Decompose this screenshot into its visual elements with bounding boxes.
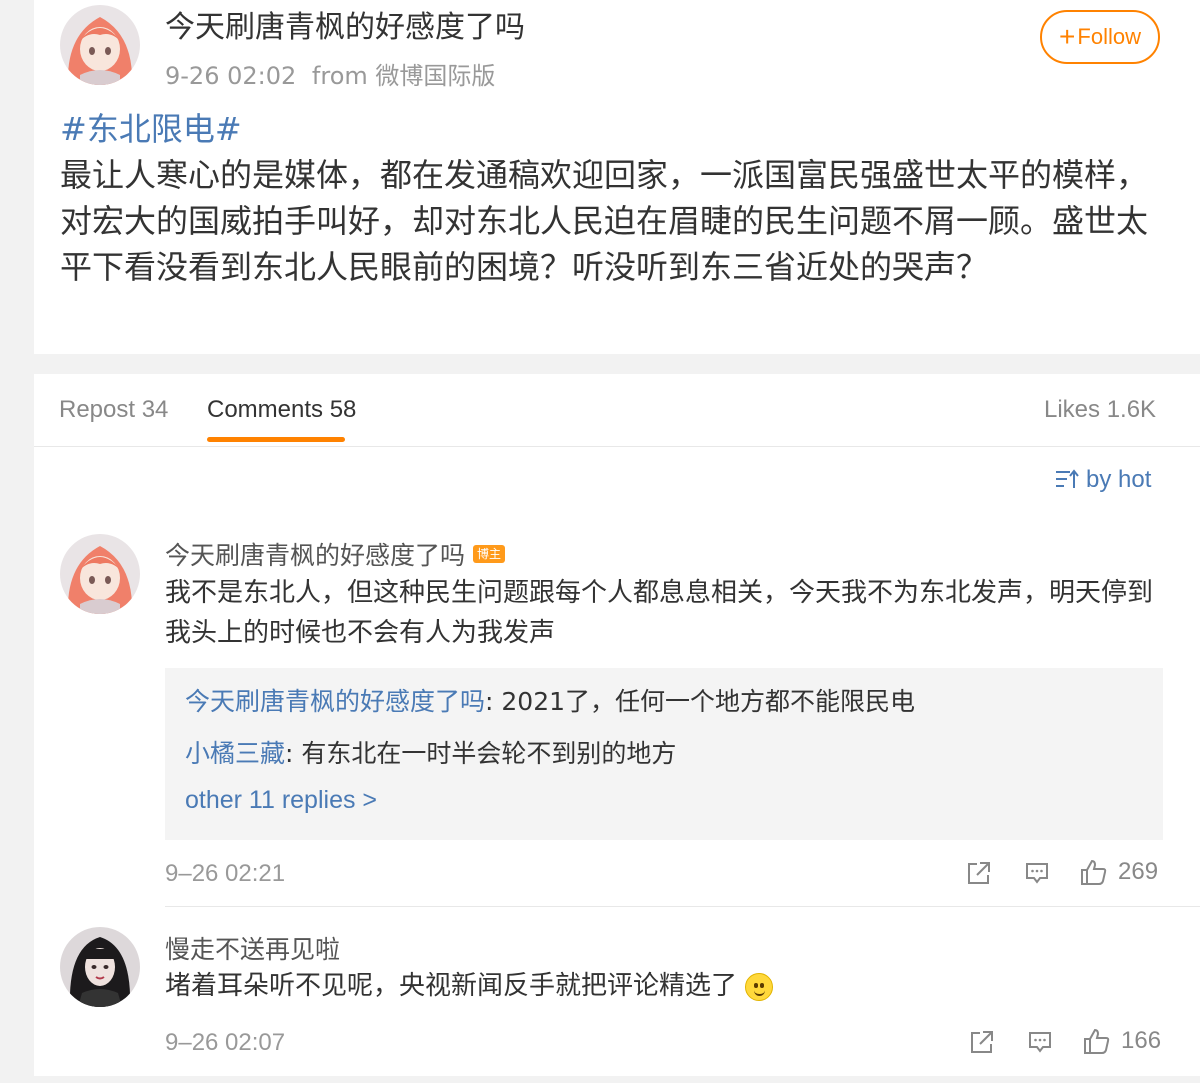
reply-comment-button[interactable] — [1024, 860, 1050, 886]
thumbs-up-icon — [1084, 1028, 1110, 1054]
comment-icon — [1029, 1032, 1051, 1053]
more-replies-link[interactable]: other 11 replies > — [185, 786, 377, 815]
tab-repost[interactable]: Repost 34 — [59, 396, 168, 424]
replies-box[interactable]: 今天刷唐青枫的好感度了吗: 2021了，任何一个地方都不能限民电 小橘三藏: 有… — [165, 668, 1163, 840]
like-count: 166 — [1121, 1027, 1162, 1054]
sort-label: by hot — [1086, 466, 1152, 493]
reply-text: : 有东北在一时半会轮不到别的地方 — [285, 739, 677, 768]
comment-time: 9–26 02:07 — [165, 1029, 286, 1056]
comment-text: 我不是东北人，但这种民生问题跟每个人都息息相关，今天我不为东北发声，明天停到我头… — [165, 578, 1154, 648]
comment-author: 慢走不送再见啦 — [165, 930, 340, 966]
post-source: from 微博国际版 — [311, 62, 496, 90]
reply-user[interactable]: 今天刷唐青枫的好感度了吗 — [185, 687, 485, 716]
tab-comments[interactable]: Comments 58 — [207, 396, 356, 424]
post-body: #东北限电# 最让人寒心的是媒体，都在发通稿欢迎回家，一派国富民强盛世太平的模样… — [60, 106, 1160, 290]
like-comment-button[interactable]: 269 — [1080, 858, 1158, 886]
repost-comment-button[interactable] — [966, 860, 992, 886]
reply-text: : 2021了，任何一个地方都不能限民电 — [485, 687, 916, 716]
comment-author-name[interactable]: 今天刷唐青枫的好感度了吗 — [165, 536, 465, 572]
comment-divider — [165, 906, 1200, 907]
thumbs-up-icon — [1081, 859, 1107, 885]
comment-icon — [1026, 863, 1048, 884]
sort-button[interactable]: by hot — [1054, 466, 1151, 494]
comment-author-name[interactable]: 慢走不送再见啦 — [165, 930, 340, 966]
follow-button[interactable]: + Follow — [1040, 10, 1160, 64]
comments-card: Repost 34 Comments 58 Likes 1.6K by hot … — [34, 374, 1200, 1076]
share-out-icon — [968, 862, 990, 884]
post-card: 今天刷唐青枫的好感度了吗 9-26 02:02 from 微博国际版 + Fol… — [34, 0, 1200, 354]
like-count: 269 — [1118, 858, 1159, 885]
follow-label: Follow — [1077, 24, 1141, 49]
share-out-icon — [971, 1031, 993, 1053]
post-author-name[interactable]: 今天刷唐青枫的好感度了吗 — [165, 2, 525, 46]
tab-likes[interactable]: Likes 1.6K — [1044, 396, 1156, 424]
smile-emoji-icon — [745, 972, 774, 1001]
author-badge: 博主 — [473, 545, 506, 563]
reply-item[interactable]: 小橘三藏: 有东北在一时半会轮不到别的地方 — [185, 734, 676, 770]
reply-comment-button[interactable] — [1027, 1029, 1053, 1055]
comment-avatar[interactable] — [60, 534, 140, 614]
tab-bar: Repost 34 Comments 58 Likes 1.6K — [34, 374, 1200, 447]
post-hashtag[interactable]: #东北限电# — [60, 106, 1160, 152]
author-avatar[interactable] — [60, 5, 140, 85]
reply-item[interactable]: 今天刷唐青枫的好感度了吗: 2021了，任何一个地方都不能限民电 — [185, 682, 915, 718]
comment-time: 9–26 02:21 — [165, 860, 286, 887]
repost-comment-button[interactable] — [969, 1029, 995, 1055]
sort-icon — [1056, 469, 1079, 488]
like-comment-button[interactable]: 166 — [1083, 1027, 1161, 1055]
post-meta: 9-26 02:02 from 微博国际版 — [165, 56, 503, 91]
comment-text-content: 堵着耳朵听不见呢，央视新闻反手就把评论精选了 — [165, 971, 738, 1001]
comment-text: 堵着耳朵听不见呢，央视新闻反手就把评论精选了 — [165, 966, 1165, 1006]
comment-author: 今天刷唐青枫的好感度了吗 博主 — [165, 536, 506, 572]
reply-user[interactable]: 小橘三藏 — [185, 739, 285, 768]
post-time: 9-26 02:02 — [165, 62, 297, 90]
post-text: 最让人寒心的是媒体，都在发通稿欢迎回家，一派国富民强盛世太平的模样，对宏大的国威… — [60, 156, 1149, 286]
comment-avatar[interactable] — [60, 927, 140, 1007]
active-tab-indicator — [207, 437, 345, 442]
plus-icon: + — [1059, 21, 1076, 52]
